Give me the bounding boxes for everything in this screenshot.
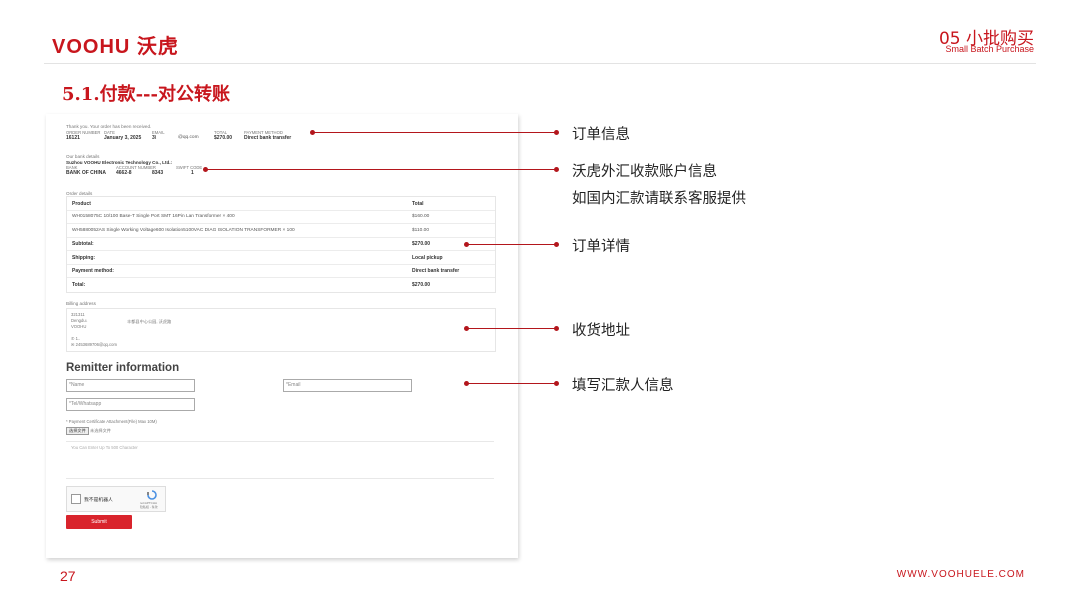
captcha-checkbox[interactable]	[71, 494, 81, 504]
bank-details-title: Our bank details	[66, 154, 100, 159]
billing-address-title: Billing address	[66, 301, 96, 306]
row-value: $110.00	[412, 228, 429, 233]
annotation-dot	[554, 381, 559, 386]
billing-line: Dengdu↓	[71, 318, 88, 323]
upload-label: * Payment Certificate Attachment(File) M…	[66, 419, 157, 424]
row-label: Shipping:	[72, 255, 96, 261]
section-english-title: Small Batch Purchase	[945, 44, 1034, 54]
row-label: Subtotal:	[72, 241, 94, 247]
table-row: Payment method: Direct bank transfer	[67, 264, 495, 278]
annotation-order-details: 订单详情	[572, 239, 630, 255]
billing-phone: ✆ 1..	[71, 336, 81, 341]
name-input[interactable]: *Name	[66, 379, 195, 392]
message-textarea[interactable]: You Can Enter Up To 500 Character	[66, 441, 494, 479]
annotation-line	[467, 244, 555, 246]
voohu-logo: VOOHU 沃虎	[52, 36, 179, 58]
choose-file-button[interactable]: 选择文件	[66, 427, 89, 435]
billing-address-box: 321311 Dengdu↓ VOOHU 丰都县中心公园, 沃虎路 ✆ 1.. …	[66, 308, 496, 352]
account-number-part1: 4662-8	[116, 170, 132, 176]
order-thanks-text: Thank you. Your order has been received.	[66, 124, 152, 129]
website-url: WWW.VOOHUELE.COM	[896, 569, 1025, 580]
bank-details: BANK BANK OF CHINA ACCOUNT NUMBER 4662-8…	[66, 165, 266, 177]
row-value: $270.00	[412, 282, 431, 288]
remitter-title: Remitter information	[66, 362, 180, 374]
row-value: $270.00	[412, 241, 431, 247]
checkout-screenshot: Thank you. Your order has been received.…	[46, 114, 518, 558]
row-value: $160.00	[412, 214, 430, 219]
textarea-placeholder: You Can Enter Up To 500 Character	[71, 445, 138, 450]
swift-label: SWIFT CODE	[176, 165, 203, 170]
email-input[interactable]: *Email	[283, 379, 412, 392]
order-user: 3\	[152, 135, 157, 141]
annotation-order-info: 订单信息	[572, 127, 630, 143]
annotation-dot	[554, 242, 559, 247]
header-divider	[44, 63, 1036, 64]
order-number: 16121	[66, 135, 80, 141]
order-details-table: Product Total WH0158075C 10/100 Base-T S…	[66, 196, 496, 293]
annotation-shipping-address: 收货地址	[572, 323, 630, 339]
captcha-label: 我不是机器人	[84, 498, 113, 503]
account-number-part2: 8343	[152, 170, 164, 176]
row-label: Total:	[72, 282, 86, 288]
no-file-text: 未选择文件	[90, 428, 111, 433]
recaptcha-terms: 隐私权 - 条款	[140, 505, 158, 509]
annotation-bank-account: 沃虎外汇收款账户信息	[572, 164, 717, 180]
billing-line: 321311	[71, 312, 85, 317]
annotation-line	[206, 169, 555, 171]
table-header-row: Product Total	[67, 197, 495, 211]
row-value: Direct bank transfer	[412, 268, 460, 274]
bank-name: BANK OF CHINA	[66, 170, 106, 176]
page-title: 5.1.付款---对公转账	[62, 84, 230, 105]
table-row: WH5880052AS Single Working Voltage600 Is…	[67, 224, 495, 238]
annotation-line	[467, 328, 555, 330]
order-meta: ORDER NUMBER 16121 DATE January 3, 2025 …	[66, 130, 306, 142]
recaptcha-widget: 我不是机器人 reCAPTCHA 隐私权 - 条款	[66, 486, 166, 512]
billing-email: ✉ 2453689706@qq.com	[71, 342, 117, 347]
row-label: WH5880052AS Single Working Voltage600 Is…	[72, 228, 295, 233]
annotation-remitter-info: 填写汇款人信息	[572, 378, 674, 394]
order-date: January 3, 2025	[104, 135, 142, 141]
swift-code: 1	[191, 170, 194, 176]
annotation-domestic-note: 如国内汇款请联系客服提供	[572, 191, 746, 207]
product-header: Product	[72, 201, 91, 207]
table-row: Subtotal: $270.00	[67, 237, 495, 251]
annotation-line	[313, 132, 555, 134]
row-label: WH0158075C 10/100 Base-T Single Port SMT…	[72, 214, 235, 219]
annotation-line	[467, 383, 555, 385]
annotation-dot	[554, 326, 559, 331]
row-label: Payment method:	[72, 268, 114, 274]
annotation-dot	[554, 167, 559, 172]
table-row: WH0158075C 10/100 Base-T Single Port SMT…	[67, 210, 495, 224]
table-row: Total: $270.00	[67, 278, 495, 291]
tel-input[interactable]: *Tel/Whatsapp	[66, 398, 195, 411]
order-method: Direct bank transfer	[244, 135, 292, 141]
submit-button[interactable]: Submit	[66, 515, 132, 529]
billing-line: VOOHU	[71, 324, 87, 329]
table-row: Shipping: Local pickup	[67, 251, 495, 265]
order-email: @qq.com	[178, 135, 199, 140]
page-number: 27	[60, 568, 76, 584]
recaptcha-icon	[147, 490, 157, 500]
total-header: Total	[412, 201, 424, 207]
annotation-dot	[554, 130, 559, 135]
order-total: $270.00	[214, 135, 233, 141]
billing-street: 丰都县中心公园, 沃虎路	[127, 319, 172, 324]
row-value: Local pickup	[412, 255, 443, 261]
